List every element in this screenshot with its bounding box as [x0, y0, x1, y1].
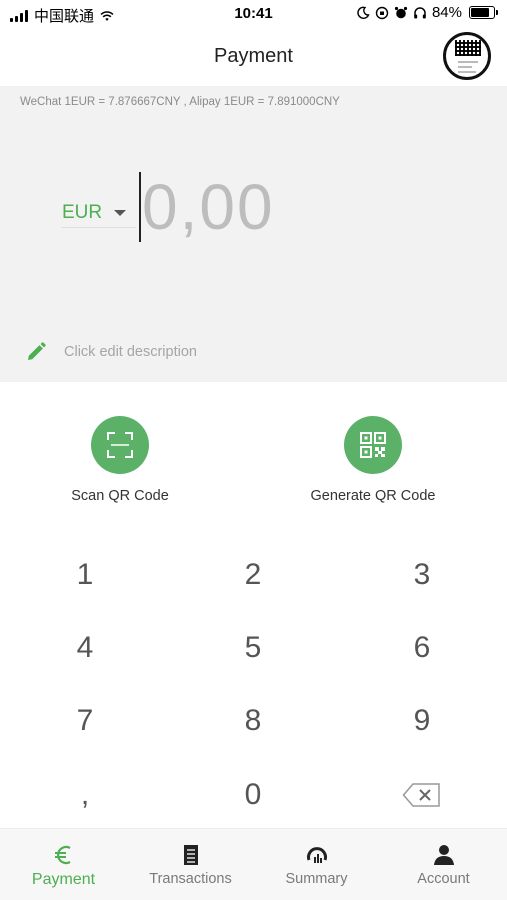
qr-code-icon	[360, 432, 386, 458]
key-6[interactable]: 6	[338, 611, 506, 684]
currency-label: EUR	[62, 201, 103, 223]
nav-tab-transactions[interactable]: Transactions	[127, 829, 254, 900]
alarm-icon	[394, 6, 408, 18]
key-3[interactable]: 3	[338, 538, 506, 611]
numeric-keypad: 1 2 3 4 5 6 7 8 9 , 0	[0, 536, 507, 828]
key-2[interactable]: 2	[169, 538, 337, 611]
amount-panel: WeChat 1EUR = 7.876667CNY , Alipay 1EUR …	[0, 86, 507, 382]
status-right: 84%	[356, 4, 498, 21]
scan-qr-code-button[interactable]: Scan QR Code	[15, 416, 225, 504]
key-7[interactable]: 7	[1, 684, 169, 757]
amount-input[interactable]: 0,00	[142, 172, 275, 242]
page-title: Payment	[214, 45, 293, 67]
receipt-icon	[183, 845, 198, 865]
key-8[interactable]: 8	[169, 684, 337, 757]
key-5[interactable]: 5	[169, 611, 337, 684]
nav-tab-summary[interactable]: Summary	[253, 829, 380, 900]
euro-icon	[54, 845, 71, 865]
key-1[interactable]: 1	[1, 538, 169, 611]
battery-fill	[471, 8, 489, 17]
thumbnail-line	[458, 71, 476, 73]
status-bar: 中国联通 10:41 84%	[0, 0, 507, 28]
backspace-key[interactable]	[338, 758, 506, 831]
chart-gauge-icon	[306, 847, 327, 863]
payment-screen: 中国联通 10:41 84% Payment WeChat 1EUR = 7.8…	[0, 0, 507, 900]
moon-icon	[357, 6, 370, 19]
key-comma[interactable]: ,	[1, 758, 169, 831]
scan-frame-icon	[107, 432, 133, 458]
nav-label-transactions: Transactions	[149, 871, 232, 887]
battery-percent: 84%	[431, 4, 462, 21]
thumbnail-line	[458, 66, 472, 68]
title-bar: Payment	[0, 28, 507, 86]
orientation-lock-icon	[375, 6, 389, 19]
nav-label-payment: Payment	[31, 871, 96, 888]
nav-tab-account[interactable]: Account	[380, 829, 507, 900]
key-4[interactable]: 4	[1, 611, 169, 684]
nav-label-summary: Summary	[285, 871, 348, 887]
generate-qr-code-label: Generate QR Code	[310, 488, 436, 504]
action-buttons: Scan QR Code Generate QR Code	[0, 382, 507, 522]
bottom-navigation: Payment Transactions Summary Account	[0, 828, 507, 900]
thumbnail-line	[458, 61, 478, 63]
headphones-icon	[414, 6, 426, 18]
key-9[interactable]: 9	[338, 684, 506, 757]
user-icon	[433, 845, 454, 865]
description-edit-row[interactable]: Click edit description	[26, 342, 197, 362]
currency-selector[interactable]: EUR	[62, 198, 136, 228]
action-circle	[344, 416, 402, 474]
generate-qr-code-button[interactable]: Generate QR Code	[268, 416, 478, 504]
nav-label-account: Account	[417, 871, 470, 887]
description-placeholder: Click edit description	[64, 344, 197, 360]
backspace-icon	[402, 783, 440, 807]
exchange-rate-text: WeChat 1EUR = 7.876667CNY , Alipay 1EUR …	[20, 96, 340, 108]
qr-code-thumbnail-icon	[455, 40, 481, 56]
chevron-down-icon	[114, 209, 127, 216]
pencil-icon	[28, 342, 46, 360]
scan-qr-code-label: Scan QR Code	[71, 488, 169, 504]
nav-tab-payment[interactable]: Payment	[0, 829, 127, 900]
battery-icon	[469, 6, 498, 19]
action-circle	[91, 416, 149, 474]
qr-code-thumbnail-button[interactable]	[443, 32, 491, 80]
key-0[interactable]: 0	[169, 758, 337, 831]
text-cursor	[139, 172, 141, 242]
